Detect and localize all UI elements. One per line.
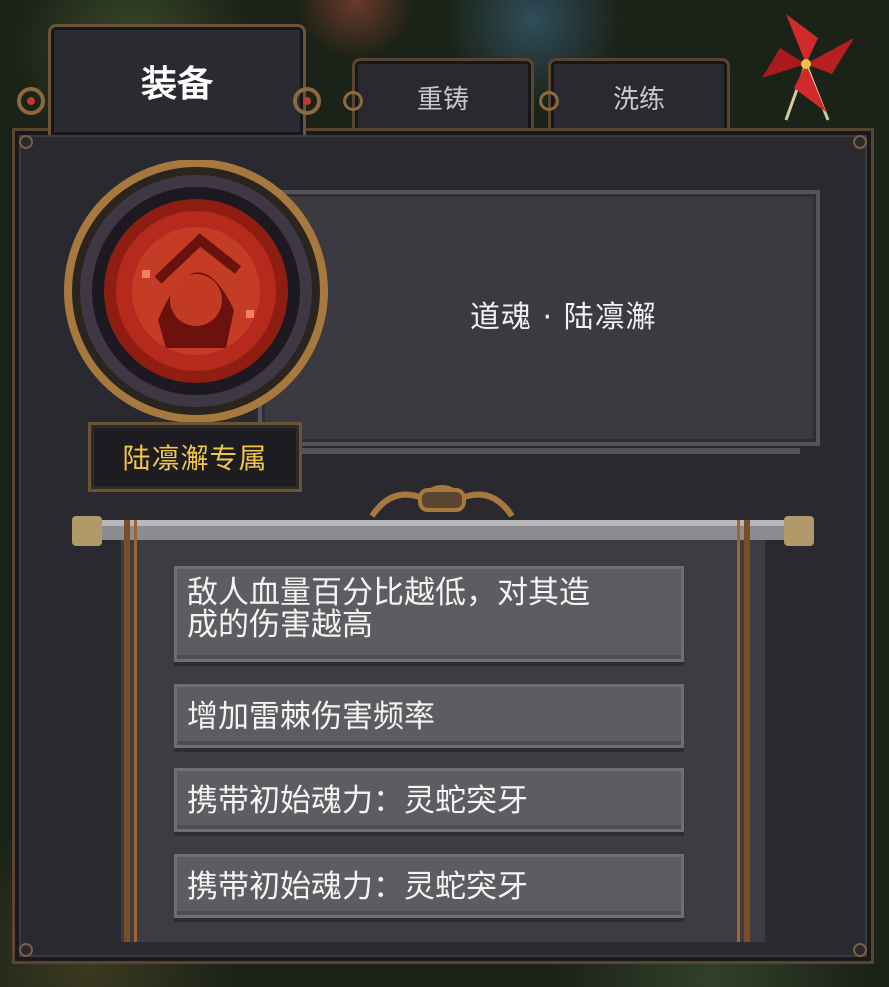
exclusive-label: 陆凛澥专属 <box>122 442 268 475</box>
effect-text: 携带初始魂力：灵蛇突牙 <box>187 783 528 819</box>
scroll-stripe <box>737 520 740 942</box>
scroll-stripe <box>124 520 130 942</box>
scroll-stripe <box>744 520 750 942</box>
effect-line-4: 携带初始魂力：灵蛇突牙 <box>174 854 684 918</box>
corner-rivet-icon <box>19 943 33 957</box>
effect-line-3: 携带初始魂力：灵蛇突牙 <box>174 768 684 832</box>
ornament-curl-icon <box>539 91 559 111</box>
tab-recast[interactable]: 重铸 <box>352 58 534 133</box>
effect-text: 成的伤害越高 <box>187 607 373 643</box>
tab-refine-label: 洗练 <box>612 84 665 115</box>
scroll-ornament-icon <box>369 485 515 518</box>
corner-rivet-icon <box>19 135 33 149</box>
soul-portrait-medal <box>64 160 328 422</box>
exclusive-badge: 陆凛澥专属 <box>88 422 302 492</box>
tab-refine[interactable]: 洗练 <box>548 58 730 133</box>
tab-equipment[interactable]: 装备 <box>48 24 306 135</box>
effect-text: 增加雷棘伤害频率 <box>187 699 435 735</box>
scroll-stripe <box>134 520 137 942</box>
tab-equipment-label: 装备 <box>140 64 213 105</box>
corner-rivet-icon <box>853 943 867 957</box>
ornament-curl-icon <box>343 91 363 111</box>
effect-line-2: 增加雷棘伤害频率 <box>174 684 684 748</box>
tab-recast-label: 重铸 <box>416 84 469 115</box>
ornament-curl-icon <box>17 87 45 115</box>
plate-divider <box>300 448 800 454</box>
ornament-curl-icon <box>293 87 321 115</box>
effect-text: 携带初始魂力：灵蛇突牙 <box>187 869 528 905</box>
effect-line-1: 敌人血量百分比越低，对其造 成的伤害越高 <box>174 566 684 662</box>
effect-text: 敌人血量百分比越低，对其造 <box>187 575 590 611</box>
pinwheel-close-icon[interactable] <box>756 8 860 124</box>
corner-rivet-icon <box>853 135 867 149</box>
item-name: 道魂 · 陆凛澥 <box>470 300 657 335</box>
